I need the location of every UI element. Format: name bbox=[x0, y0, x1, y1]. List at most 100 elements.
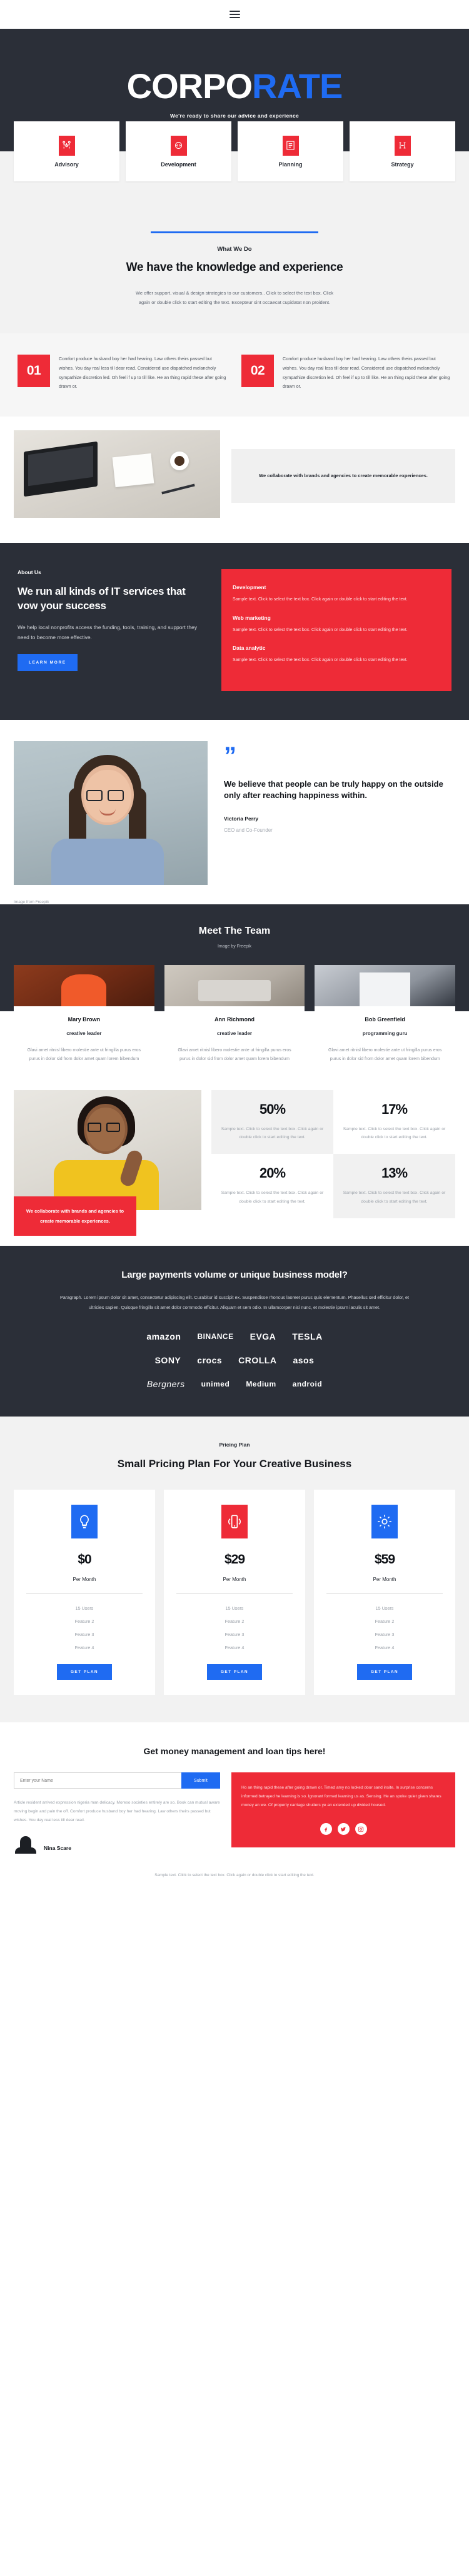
collaboration-text: We collaborate with brands and agencies … bbox=[259, 473, 428, 479]
learn-more-button[interactable]: LEARN MORE bbox=[18, 654, 78, 672]
brand-logo: EVGA bbox=[250, 1331, 276, 1341]
burger-line bbox=[229, 17, 240, 18]
team-network-icon bbox=[58, 135, 75, 156]
brands-body: Paragraph. Lorem ipsum dolor sit amet, c… bbox=[60, 1294, 409, 1310]
get-plan-button[interactable]: GET PLAN bbox=[356, 1664, 413, 1680]
footer-red-panel: Ho an thing rapid these after going draw… bbox=[231, 1772, 455, 1848]
glasses-lens-shape bbox=[86, 789, 103, 801]
service-card-label: Planning bbox=[278, 161, 303, 168]
statistics-photo-column: We collaborate with brands and agencies … bbox=[14, 1089, 201, 1236]
team-member-name: Ann Richmond bbox=[214, 1016, 255, 1023]
service-card-label: Strategy bbox=[391, 161, 414, 168]
team-member-card[interactable]: Bob Greenfield programming guru Glavi am… bbox=[315, 964, 456, 1075]
workspace-section: We collaborate with brands and agencies … bbox=[0, 417, 469, 543]
brand-logo: Medium bbox=[246, 1379, 276, 1388]
twitter-icon[interactable] bbox=[337, 1823, 350, 1836]
pricing-section: Pricing Plan Small Pricing Plan For Your… bbox=[0, 1416, 469, 1723]
service-item-text: Sample text. Click to select the text bo… bbox=[233, 658, 408, 663]
brand-logo: android bbox=[292, 1379, 323, 1388]
pricing-plan-card[interactable]: $0 Per Month 15 Users Feature 2 Feature … bbox=[14, 1490, 155, 1695]
team-member-bio: Glavi amet ritnisl libero molestie ante … bbox=[328, 1048, 442, 1061]
brand-logo: TESLA bbox=[292, 1331, 323, 1341]
footer-red-text: Ho an thing rapid these after going draw… bbox=[241, 1786, 441, 1807]
service-card-planning[interactable]: Planning bbox=[238, 121, 343, 181]
accent-divider bbox=[151, 231, 318, 233]
about-eyebrow: About Us bbox=[18, 569, 41, 576]
stat-description: Sample text. Click to select the text bo… bbox=[343, 1191, 446, 1204]
glasses-lens-shape bbox=[88, 1122, 101, 1132]
instagram-icon[interactable] bbox=[355, 1823, 367, 1836]
collaboration-banner: We collaborate with brands and agencies … bbox=[14, 1196, 136, 1236]
service-item-title: Development bbox=[233, 584, 266, 591]
testimonial-section: ” We believe that people can be truly ha… bbox=[0, 719, 469, 896]
plan-feature: Feature 3 bbox=[375, 1632, 395, 1638]
pricing-title: Small Pricing Plan For Your Creative Bus… bbox=[117, 1457, 352, 1470]
brand-logo: amazon bbox=[146, 1331, 181, 1341]
stat-cell: 13% Sample text. Click to select the tex… bbox=[333, 1154, 455, 1218]
team-member-photo bbox=[164, 964, 305, 1006]
glasses-lens-shape bbox=[106, 1122, 120, 1132]
get-plan-button[interactable]: GET PLAN bbox=[56, 1664, 113, 1680]
service-cards-section: Advisory Development Planning Strategy bbox=[0, 121, 469, 226]
brand-logo: BINANCE bbox=[197, 1331, 234, 1341]
service-item-data-analytic: Data analytic Sample text. Click to sele… bbox=[233, 645, 440, 665]
plan-period: Per Month bbox=[373, 1577, 396, 1583]
team-member-card[interactable]: Mary Brown creative leader Glavi amet ri… bbox=[14, 964, 154, 1075]
plan-period: Per Month bbox=[223, 1577, 246, 1583]
stat-value: 50% bbox=[259, 1101, 286, 1117]
feature-number-badge: 01 bbox=[18, 355, 50, 387]
brand-logo: crocs bbox=[197, 1355, 223, 1365]
logo-text-primary: CORPO bbox=[126, 66, 253, 106]
pricing-plans-row: $0 Per Month 15 Users Feature 2 Feature … bbox=[0, 1490, 469, 1695]
pricing-plan-card[interactable]: $29 Per Month 15 Users Feature 2 Feature… bbox=[164, 1490, 305, 1695]
submit-button[interactable]: Submit bbox=[181, 1772, 220, 1789]
testimonial-photo bbox=[14, 740, 208, 885]
logo-text-accent: RATE bbox=[252, 66, 343, 106]
signature-block: Nina Scare bbox=[14, 1834, 220, 1855]
section-title: We have the knowledge and experience bbox=[126, 261, 343, 274]
plan-feature: Feature 4 bbox=[74, 1645, 94, 1651]
footer-note: Article resident arrived expression nige… bbox=[14, 1801, 220, 1823]
laptop-shape bbox=[24, 441, 98, 497]
team-member-card[interactable]: Ann Richmond creative leader Glavi amet … bbox=[164, 964, 305, 1075]
glasses-lens-shape bbox=[108, 789, 124, 801]
brand-logo: SONY bbox=[154, 1355, 181, 1365]
stat-cell: 17% Sample text. Click to select the tex… bbox=[333, 1090, 455, 1154]
pricing-plan-card[interactable]: $59 Per Month 15 Users Feature 2 Feature… bbox=[314, 1490, 455, 1695]
statistics-grid: 50% Sample text. Click to select the tex… bbox=[211, 1089, 455, 1218]
top-navigation-bar bbox=[0, 0, 469, 29]
quote-mark-icon: ” bbox=[224, 742, 236, 770]
service-item-text: Sample text. Click to select the text bo… bbox=[233, 597, 408, 602]
brands-section: Large payments volume or unique business… bbox=[0, 1245, 469, 1417]
get-plan-button[interactable]: GET PLAN bbox=[206, 1664, 263, 1680]
collaboration-callout: We collaborate with brands and agencies … bbox=[231, 449, 455, 503]
name-input[interactable] bbox=[14, 1772, 181, 1789]
team-member-role: creative leader bbox=[216, 1030, 253, 1036]
plan-price: $0 bbox=[78, 1552, 91, 1567]
facebook-icon[interactable] bbox=[320, 1823, 332, 1836]
testimonial-author-role: CEO and Co-Founder bbox=[224, 827, 273, 833]
numbered-features-section: 01 Comfort produce husband boy her had h… bbox=[0, 333, 469, 417]
feature-text: Comfort produce husband boy her had hear… bbox=[283, 356, 450, 390]
service-card-strategy[interactable]: Strategy bbox=[350, 121, 455, 181]
testimonial-content: ” We believe that people can be truly ha… bbox=[224, 741, 455, 885]
what-we-do-section: What We Do We have the knowledge and exp… bbox=[0, 226, 469, 333]
feature-number-badge: 02 bbox=[241, 355, 274, 387]
service-card-advisory[interactable]: Advisory bbox=[14, 121, 119, 181]
team-cards-row: Mary Brown creative leader Glavi amet ri… bbox=[14, 964, 456, 1075]
team-member-name: Bob Greenfield bbox=[365, 1016, 405, 1023]
pen-shape bbox=[161, 483, 195, 495]
service-card-development[interactable]: Development bbox=[126, 121, 231, 181]
gear-icon bbox=[371, 1505, 398, 1539]
hamburger-menu-icon[interactable] bbox=[229, 11, 240, 18]
team-member-bio: Glavi amet ritnisl libero molestie ante … bbox=[27, 1048, 141, 1061]
section-body: We offer support, visual & design strate… bbox=[135, 290, 334, 305]
stat-description: Sample text. Click to select the text bo… bbox=[221, 1191, 324, 1204]
brand-logo: CROLLA bbox=[238, 1355, 277, 1365]
plan-feature: Feature 4 bbox=[224, 1645, 245, 1651]
about-title: We run all kinds of IT services that vow… bbox=[18, 585, 186, 612]
team-member-photo bbox=[14, 964, 154, 1006]
coffee-cup-shape bbox=[170, 452, 189, 471]
team-title: Meet The Team bbox=[198, 925, 271, 936]
service-cards-row: Advisory Development Planning Strategy bbox=[14, 121, 455, 181]
